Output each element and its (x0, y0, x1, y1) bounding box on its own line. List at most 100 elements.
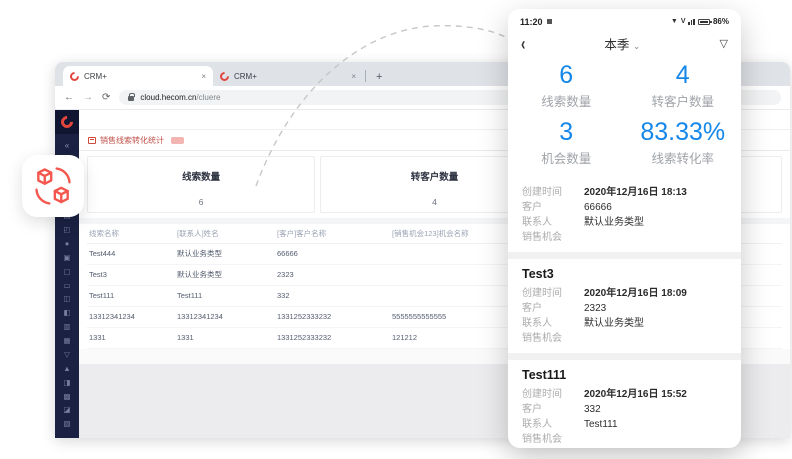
field-label: 联系人 (522, 215, 584, 230)
field-label: 联系人 (522, 316, 584, 331)
sidebar-item-icon[interactable]: ▲ (63, 365, 70, 373)
battery-icon (698, 19, 710, 25)
field-value-created: 2020年12月16日 18:09 (584, 286, 687, 301)
field-label: 客户 (522, 402, 584, 417)
field-value-customer: 332 (584, 402, 601, 417)
status-time: 11:20 (520, 17, 543, 27)
stat-label: 线索转化率 (625, 148, 742, 167)
cell-opportunity: 5555555555555 (390, 306, 521, 327)
sidebar-collapse-icon[interactable]: « (65, 142, 69, 150)
cell-lead-name[interactable]: 13312341234 (87, 306, 175, 327)
stat-label: 线索数量 (88, 169, 314, 183)
col-header-contact-name[interactable]: [联系人]姓名 (175, 224, 275, 243)
field-value-contact: Test111 (584, 417, 618, 432)
url-path: /cluere (196, 93, 220, 102)
tab-close-icon[interactable]: × (351, 72, 356, 81)
stat-value: 83.33% (625, 118, 742, 147)
filter-funnel-icon[interactable]: ▽ (720, 37, 728, 50)
crm-favicon (218, 70, 231, 83)
sidebar-item-icon[interactable]: ▽ (64, 351, 70, 359)
sidebar-item-icon[interactable]: ◨ (63, 379, 70, 387)
screenshot-canvas: CRM+ × CRM+ × + ← → ⟳ cloud.hecom.cn/clu… (0, 0, 792, 459)
stat-label: 机会数量 (508, 148, 625, 167)
sidebar-item-icon[interactable]: ▦ (63, 337, 70, 345)
cell-lead-name[interactable]: Test111 (87, 285, 175, 306)
tab-divider (365, 70, 366, 82)
field-label: 销售机会 (522, 432, 584, 447)
cell-contact: 1331 (175, 327, 275, 348)
signal-icon (688, 19, 695, 25)
lock-icon (128, 96, 134, 101)
sidebar-item-icon[interactable]: ▩ (63, 393, 70, 401)
cube-sync-icon (31, 164, 75, 208)
cell-customer: 332 (275, 285, 390, 306)
lead-card[interactable]: Test111 创建时间2020年12月16日 15:52 客户332 联系人T… (508, 360, 741, 449)
field-label: 创建时间 (522, 387, 584, 402)
crm-sync-app-icon (22, 155, 84, 217)
phone-stat-leads: 6 线索数量 (508, 61, 625, 110)
cell-opportunity (390, 285, 521, 306)
tab-close-icon[interactable]: × (201, 72, 206, 81)
page-tab-statistics[interactable]: 销售线索转化统计 (100, 135, 164, 146)
sidebar-item-icon[interactable]: ▣ (63, 254, 70, 262)
lead-card[interactable]: 创建时间2020年12月16日 18:13 客户66666 联系人默认业务类型 … (508, 177, 741, 252)
lead-title[interactable]: Test111 (522, 368, 727, 382)
app-logo (55, 110, 79, 134)
stat-value: 4 (625, 61, 742, 90)
sidebar-item-icon[interactable]: ▧ (63, 420, 70, 428)
volte-icon: V (681, 18, 686, 25)
stat-value: 6 (508, 61, 625, 90)
period-label: 本季 (604, 38, 629, 52)
field-value-contact: 默认业务类型 (584, 316, 644, 331)
cell-lead-name[interactable]: Test444 (87, 243, 175, 264)
cell-opportunity (390, 264, 521, 285)
col-header-customer-name[interactable]: [客户]客户名称 (275, 224, 390, 243)
phone-stat-opportunities: 3 机会数量 (508, 118, 625, 167)
forward-button[interactable]: → (83, 93, 93, 103)
phone-stat-conversion: 83.33% 线索转化率 (625, 118, 742, 167)
stat-card-leads: 线索数量 6 (87, 156, 315, 213)
period-dropdown[interactable]: 本季 ⌄ (525, 34, 719, 53)
cell-contact: 默认业务类型 (175, 243, 275, 264)
cell-lead-name[interactable]: 1331 (87, 327, 175, 348)
tab-title: CRM+ (84, 72, 107, 81)
stat-label: 转客户数量 (625, 91, 742, 110)
col-header-lead-name[interactable]: 线索名称 (87, 224, 175, 243)
col-header-opportunity-name[interactable]: [销售机会123]机会名称 (390, 224, 521, 243)
cell-opportunity: 121212 (390, 327, 521, 348)
new-tab-button[interactable]: + (376, 71, 382, 83)
phone-lead-list: 创建时间2020年12月16日 18:13 客户66666 联系人默认业务类型 … (508, 177, 741, 449)
sidebar-item-icon[interactable]: ◫ (63, 295, 70, 303)
stat-value: 6 (88, 197, 314, 207)
lead-card[interactable]: Test3 创建时间2020年12月16日 18:09 客户2323 联系人默认… (508, 259, 741, 353)
sidebar-item-icon[interactable]: ◪ (63, 406, 70, 414)
url-domain: cloud.hecom.cn (140, 93, 196, 102)
lead-title[interactable]: Test3 (522, 267, 727, 281)
card-separator (508, 252, 741, 259)
tab-title: CRM+ (234, 72, 257, 81)
sidebar-menu: ▤ ◰ ● ▣ ▢ ▭ ◫ ◧ ▥ ▦ ▽ ▲ ◨ ▩ ◪ ▧ (63, 209, 70, 431)
sidebar-item-icon[interactable]: ◰ (63, 226, 70, 234)
cell-contact: 13312341234 (175, 306, 275, 327)
sidebar-item-icon[interactable]: ▢ (63, 268, 70, 276)
back-button[interactable]: ← (64, 93, 74, 103)
sidebar-item-icon[interactable]: ◧ (63, 309, 70, 317)
chevron-down-icon: ⌄ (633, 41, 641, 51)
field-label: 联系人 (522, 417, 584, 432)
cell-contact: Test111 (175, 285, 275, 306)
crm-favicon (68, 70, 81, 83)
phone-screenshot: 11:20 ▼ V 86% ‹ 本季 ⌄ ▽ 6 线索数量 (508, 9, 741, 448)
field-label: 销售机会 (522, 230, 584, 245)
sidebar-item-icon[interactable]: ▥ (63, 323, 70, 331)
cell-lead-name[interactable]: Test3 (87, 264, 175, 285)
field-label: 客户 (522, 200, 584, 215)
wifi-icon: ▼ (671, 18, 678, 25)
reload-button[interactable]: ⟳ (102, 93, 110, 103)
browser-tab-inactive[interactable]: CRM+ × (213, 66, 363, 86)
browser-tab-active[interactable]: CRM+ × (63, 66, 213, 86)
hecom-c-logo-icon (59, 114, 76, 131)
back-chevron-icon[interactable]: ‹ (521, 33, 525, 54)
red-tag-badge (171, 137, 184, 144)
sidebar-item-icon[interactable]: ▭ (63, 282, 70, 290)
sidebar-item-icon[interactable]: ● (65, 240, 70, 248)
